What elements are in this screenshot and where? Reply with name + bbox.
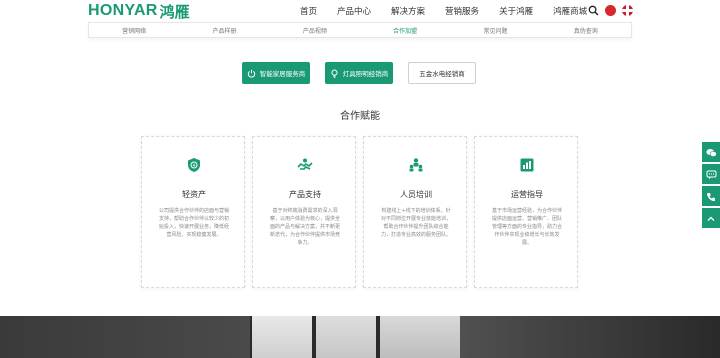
card-description: 基于市场运营经验，为合作伙伴提供店面运营、营销推广、团队管理等方面的专业指导，助… (491, 208, 562, 246)
header-tools (588, 5, 639, 16)
chevron-up-icon (706, 209, 716, 228)
subnav-item-network[interactable]: 营销网络 (89, 26, 179, 35)
logo-text-latin: HONYAR (88, 2, 158, 19)
chat-icon (706, 165, 717, 184)
brand-logo[interactable]: HONYAR 鸿雁 (88, 2, 190, 21)
subnav-item-verify[interactable]: 真伪查询 (541, 26, 631, 35)
nav-item-home[interactable]: 首页 (300, 5, 317, 17)
showroom-banner-image (0, 316, 720, 358)
language-en-icon[interactable] (622, 5, 633, 16)
power-icon (247, 69, 256, 78)
site-header: HONYAR 鸿雁 首页 产品中心 解决方案 营销服务 关于鸿雁 鸿雁商城 (0, 0, 720, 22)
wechat-icon (705, 143, 717, 162)
banner-panel (316, 316, 376, 358)
wechat-button[interactable] (702, 142, 720, 162)
logo-text-cjk: 鸿雁 (159, 2, 190, 21)
chat-button[interactable] (702, 164, 720, 184)
benefit-card-product-support: 产品支持 基于对终端消费需求的深入洞察，以用户体验为核心，提供全面的产品与解决方… (252, 136, 356, 288)
banner-panel (252, 316, 312, 358)
page: HONYAR 鸿雁 首页 产品中心 解决方案 营销服务 关于鸿雁 鸿雁商城 营销… (0, 0, 720, 358)
chart-icon (519, 157, 535, 173)
nav-item-about[interactable]: 关于鸿雁 (499, 5, 533, 17)
card-description: 公司提供合作伙伴的店面与营销支持，帮助合作伙伴以较少的初始投入，快速开展业务，降… (158, 208, 229, 238)
benefit-card-operations: 运营指导 基于市场运营经验，为合作伙伴提供店面运营、营销推广、团队管理等方面的专… (474, 136, 578, 288)
back-to-top-button[interactable] (702, 208, 720, 228)
subnav-item-video[interactable]: 产品视频 (270, 26, 360, 35)
banner-panel (380, 316, 460, 358)
team-icon (408, 157, 424, 173)
phone-icon (706, 187, 716, 206)
card-title: 轻资产 (182, 190, 206, 199)
card-title: 产品支持 (289, 190, 321, 199)
card-title: 人员培训 (400, 190, 432, 199)
search-icon[interactable] (588, 5, 599, 16)
subnav-bar: 营销网络 产品样册 产品视频 合作加盟 常见问题 真伪查询 (88, 22, 632, 38)
phone-button[interactable] (702, 186, 720, 206)
category-label: 灯具照明经销商 (342, 70, 389, 78)
benefit-card-training: 人员培训 构建线上+线下的培训体系，针对不同岗位开展专业技能培训，帮助合作伙伴提… (363, 136, 467, 288)
subnav-item-catalog[interactable]: 产品样册 (179, 26, 269, 35)
main-nav: 首页 产品中心 解决方案 营销服务 关于鸿雁 鸿雁商城 (300, 0, 607, 22)
benefit-card-light-asset: ¥ 轻资产 公司提供合作伙伴的店面与营销支持，帮助合作伙伴以较少的初始投入，快速… (141, 136, 245, 288)
floating-contact-bar (702, 142, 720, 230)
banner-panel (460, 316, 720, 358)
partner-category-tabs: 智能家居服务商 灯具照明经销商 五金水电经销商 (0, 62, 720, 84)
handshake-icon (297, 157, 313, 173)
nav-item-services[interactable]: 营销服务 (445, 5, 479, 17)
card-description: 基于对终端消费需求的深入洞察，以用户体验为核心，提供全面的产品与解决方案，并不断… (269, 208, 340, 246)
category-lighting-button[interactable]: 灯具照明经销商 (325, 62, 393, 84)
banner-panel (0, 316, 250, 358)
nav-item-products[interactable]: 产品中心 (337, 5, 371, 17)
category-hardware-button[interactable]: 五金水电经销商 (408, 62, 476, 84)
card-title: 运营指导 (511, 190, 543, 199)
subnav-item-join[interactable]: 合作加盟 (360, 26, 450, 35)
category-label: 五金水电经销商 (419, 70, 465, 78)
category-label: 智能家居服务商 (259, 70, 306, 78)
card-description: 构建线上+线下的培训体系，针对不同岗位开展专业技能培训，帮助合作伙伴提升团队综合… (380, 208, 451, 238)
nav-item-mall[interactable]: 鸿雁商城 (553, 5, 587, 17)
category-smart-home-button[interactable]: 智能家居服务商 (242, 62, 310, 84)
svg-text:¥: ¥ (193, 163, 196, 169)
section-title: 合作赋能 (340, 111, 380, 122)
lightbulb-icon (330, 69, 339, 78)
language-cn-icon[interactable] (605, 5, 616, 16)
nav-item-solutions[interactable]: 解决方案 (391, 5, 425, 17)
shield-icon: ¥ (186, 157, 202, 173)
subnav-item-faq[interactable]: 常见问题 (450, 26, 540, 35)
